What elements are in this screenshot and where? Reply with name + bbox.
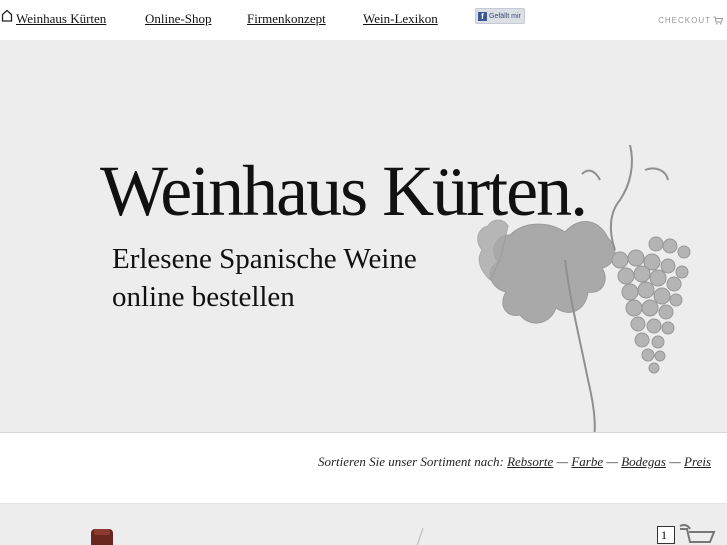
wine-bottle-cap — [94, 529, 110, 535]
facebook-like-label: Gefällt mir — [489, 12, 521, 20]
hero-banner: Weinhaus Kürten. Erlesene Spanische Wein… — [0, 40, 727, 432]
nav-link-online-shop[interactable]: Online-Shop — [145, 11, 211, 27]
quantity-input[interactable] — [657, 526, 675, 544]
sort-link-farbe[interactable]: Farbe — [571, 454, 603, 469]
sort-prefix: Sortieren Sie unser Sortiment nach: — [318, 454, 504, 469]
sort-link-bodegas[interactable]: Bodegas — [621, 454, 666, 469]
nav-link-firmenkonzept[interactable]: Firmenkonzept — [247, 11, 326, 27]
sort-separator: — — [606, 454, 618, 469]
facebook-like-button[interactable]: f Gefällt mir — [475, 8, 525, 24]
nav-link-home[interactable]: Weinhaus Kürten — [16, 11, 106, 27]
product-list — [0, 504, 727, 545]
sort-link-preis[interactable]: Preis — [684, 454, 711, 469]
checkout-link[interactable]: CHECKOUT — [658, 16, 723, 25]
checkout-label: CHECKOUT — [658, 16, 711, 25]
hero-title: Weinhaus Kürten. — [100, 151, 588, 231]
secondary-bar — [0, 472, 727, 504]
add-to-cart-icon[interactable] — [678, 524, 718, 545]
sort-separator: — — [556, 454, 569, 469]
cart-icon — [713, 16, 723, 25]
sort-separator: — — [669, 454, 681, 469]
hero-tagline-line-1: Erlesene Spanische Weine — [112, 243, 417, 275]
hero-tagline: Erlesene Spanische Weine online bestelle… — [112, 240, 512, 316]
grape-vine-fragment — [416, 527, 424, 545]
sort-link-rebsorte[interactable]: Rebsorte — [507, 454, 553, 469]
hero-tagline-line-2: online bestellen — [112, 281, 295, 313]
sort-bar: Sortieren Sie unser Sortiment nach: Rebs… — [0, 432, 727, 473]
sort-options: Sortieren Sie unser Sortiment nach: Rebs… — [318, 454, 711, 470]
home-icon[interactable] — [1, 9, 13, 22]
facebook-icon: f — [478, 11, 487, 21]
top-navigation: Weinhaus Kürten Online-Shop Firmenkonzep… — [0, 0, 727, 40]
nav-link-wein-lexikon[interactable]: Wein-Lexikon — [363, 11, 438, 27]
